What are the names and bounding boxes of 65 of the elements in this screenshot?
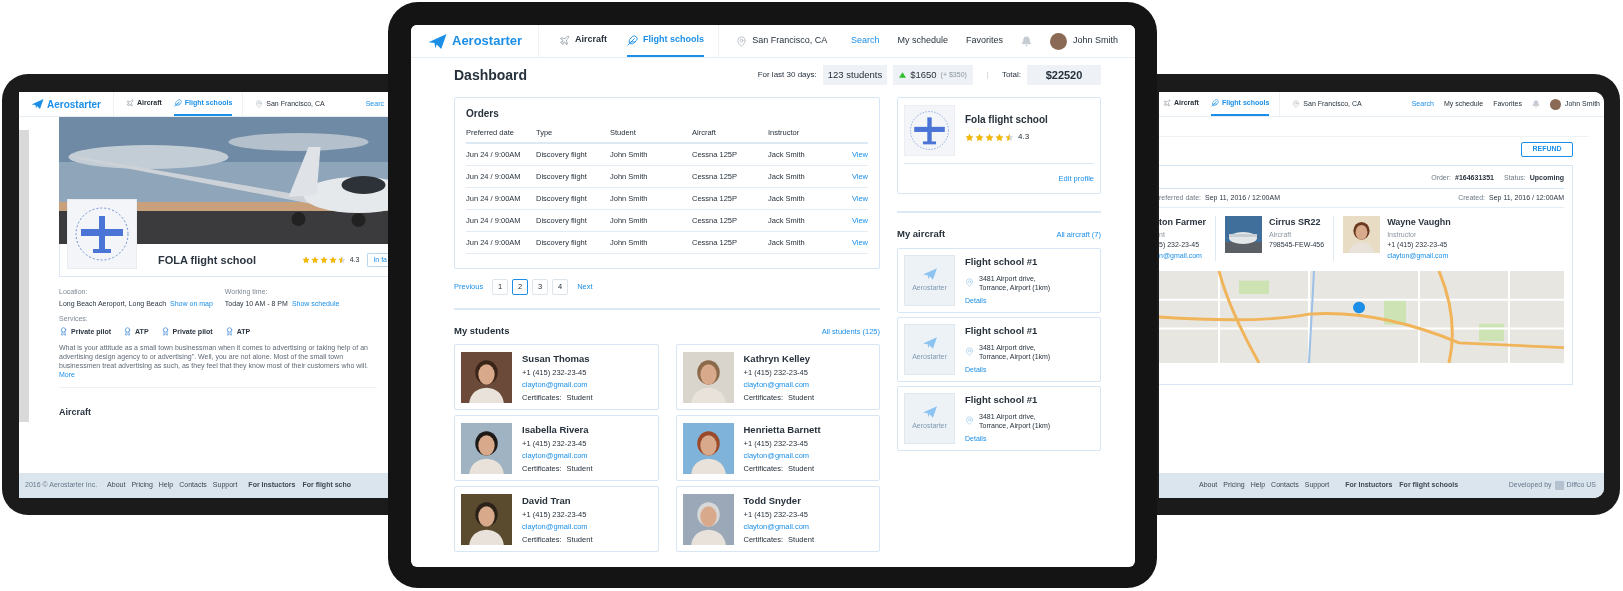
person-name: Cirrus SR22 — [1269, 216, 1322, 229]
paper-plane-icon — [922, 406, 937, 418]
user-avatar[interactable] — [1549, 98, 1561, 110]
student-name: David Tran — [522, 493, 572, 508]
school-name: Fola flight school — [965, 113, 1048, 127]
student-name: Susan Thomas — [522, 351, 591, 366]
person-name: ton Farmer — [1159, 216, 1206, 229]
award-icon — [224, 327, 234, 337]
total-chip: $22520 — [1027, 65, 1101, 85]
star-icon — [995, 132, 1004, 142]
stat-chip: 123 students — [822, 65, 888, 85]
location-text: San Francisco, CA — [752, 34, 828, 48]
location-pin-icon — [965, 347, 974, 357]
period-label: For last 30 days: — [757, 69, 817, 81]
nav-tab[interactable]: Flight schools — [627, 25, 705, 57]
section-heading: My students — [454, 324, 510, 338]
star-icon — [965, 132, 974, 142]
up-triangle-icon — [899, 72, 907, 78]
paper-plane-icon — [922, 268, 937, 280]
nav-tab[interactable]: Aircraft — [559, 25, 608, 57]
school-logo — [67, 199, 137, 269]
star-icon — [975, 132, 984, 142]
school-logo — [904, 105, 955, 156]
location-pin-icon — [255, 100, 264, 108]
student-name: Isabella Rivera — [522, 422, 590, 437]
plane-icon — [125, 99, 134, 107]
brand-name: Aerostarter — [47, 97, 101, 112]
star-icon — [985, 132, 994, 142]
feather-icon — [1210, 99, 1219, 107]
aircraft-name: Flight school #1 — [965, 393, 1039, 408]
school-name: FOLA flight school — [158, 252, 256, 268]
revenue-value: $1650 — [910, 67, 937, 82]
total-label: Total: — [1001, 69, 1021, 81]
location-pin-icon — [965, 416, 974, 426]
location-pin-icon — [965, 278, 974, 288]
student-name: Todd Snyder — [743, 493, 802, 508]
location-pin-icon — [1292, 100, 1301, 108]
developer-logo — [1554, 481, 1564, 490]
user-avatar[interactable] — [1049, 32, 1067, 50]
paper-plane-icon — [31, 99, 44, 109]
page-title: Dashboard — [454, 65, 528, 85]
aircraft-name: Flight school #1 — [965, 255, 1039, 270]
plane-icon — [559, 34, 571, 46]
student-name: Henrietta Barnett — [743, 422, 821, 437]
nav-link[interactable]: Search — [850, 34, 880, 48]
award-icon — [59, 327, 68, 337]
award-icon — [123, 327, 133, 337]
card-title: Orders — [466, 107, 500, 121]
section-heading: My aircraft — [897, 227, 946, 241]
feather-icon — [173, 99, 182, 107]
student-name: Kathryn Kelley — [743, 351, 812, 366]
person-name: Wayne Vaughn — [1387, 216, 1451, 229]
nav-link[interactable]: My schedule — [897, 34, 948, 48]
location-pin-icon — [736, 35, 748, 47]
award-icon — [160, 327, 170, 337]
aircraft-name: Flight school #1 — [965, 324, 1039, 339]
paper-plane-icon — [922, 337, 937, 349]
nav-link[interactable]: Favorites — [965, 34, 1003, 48]
section-heading: Aircraft — [59, 406, 92, 419]
plane-icon — [1163, 99, 1171, 107]
user-name[interactable]: John Smith — [1072, 34, 1118, 48]
feather-icon — [627, 34, 639, 46]
paper-plane-icon — [428, 33, 447, 49]
rating-value: 4.3 — [1018, 131, 1030, 143]
brand-name: Aerostarter — [452, 32, 523, 51]
